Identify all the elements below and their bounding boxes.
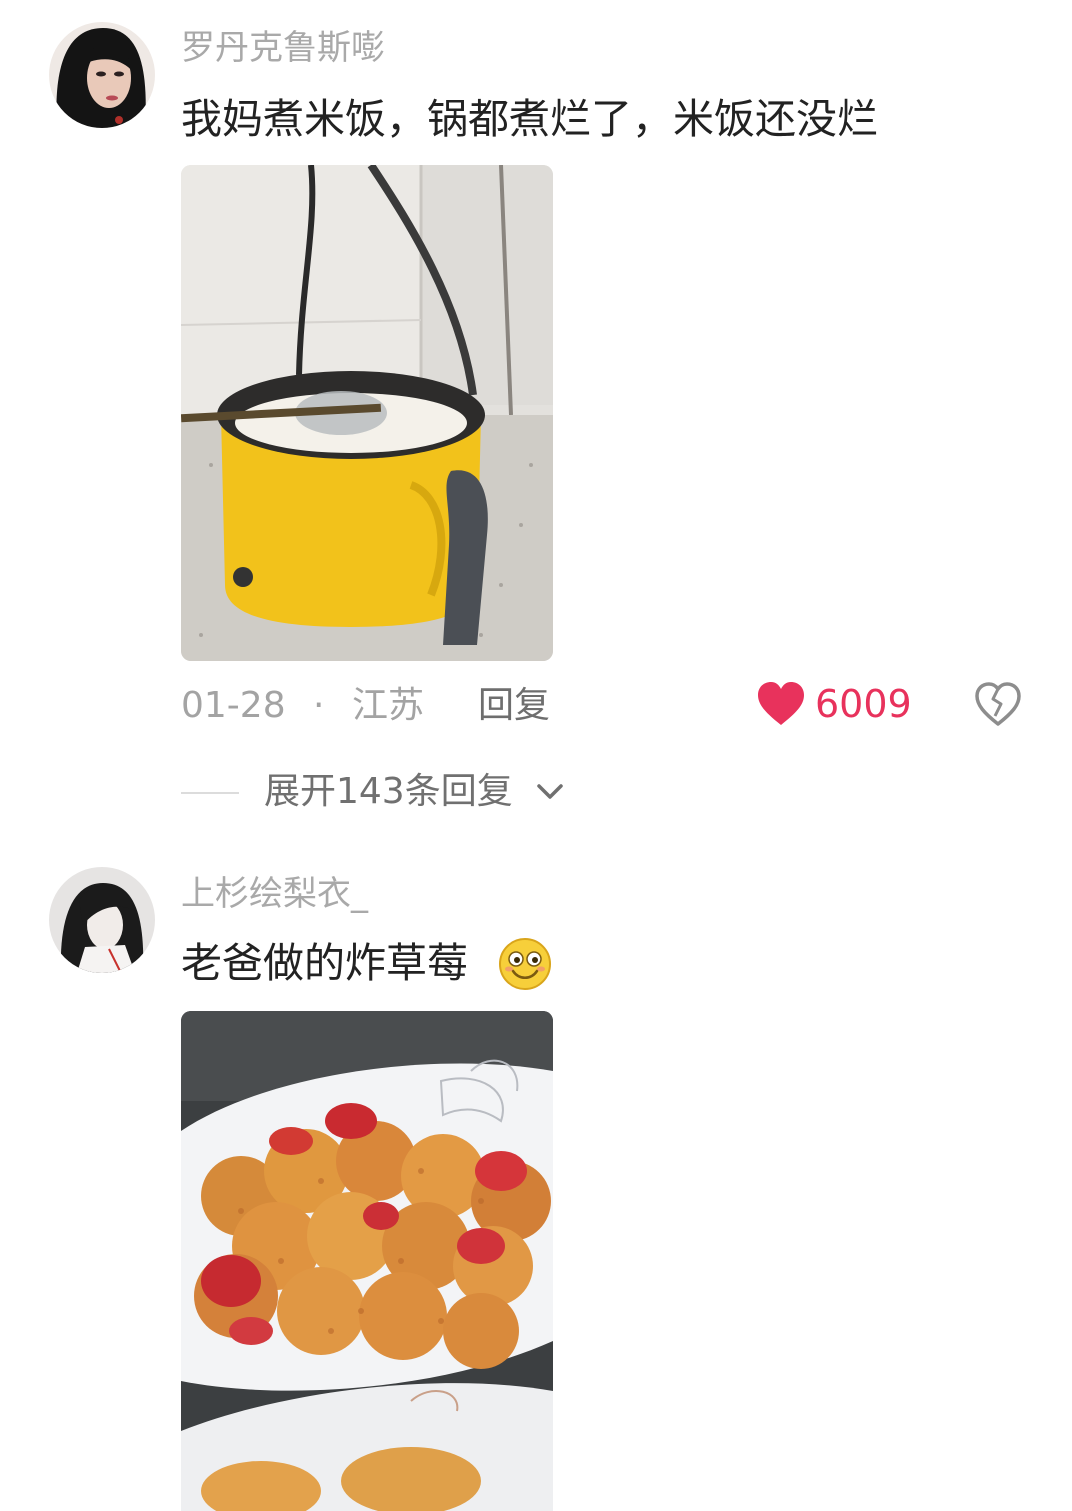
comment-item: 上杉绘梨衣_ 老爸做的炸草莓 <box>0 850 1072 1511</box>
avatar[interactable] <box>49 867 155 973</box>
expand-replies-button[interactable]: 展开143条回复 <box>264 770 574 814</box>
comment-image[interactable] <box>181 1011 553 1511</box>
divider <box>181 792 239 794</box>
comment-item: 罗丹克鲁斯嘭 我妈煮米饭，锅都煮烂了，米饭还没烂 01-28 · 江苏 回复 6… <box>0 0 1072 830</box>
chevron-down-icon <box>534 780 566 804</box>
comment-text: 我妈煮米饭，锅都煮烂了，米饭还没烂 <box>181 95 878 143</box>
username[interactable]: 罗丹克鲁斯嘭 <box>181 28 385 68</box>
username[interactable]: 上杉绘梨衣_ <box>181 874 368 914</box>
expand-replies-label: 展开143条回复 <box>264 771 513 812</box>
comment-image[interactable] <box>181 165 553 661</box>
comment-text: 老爸做的炸草莓 <box>181 939 468 987</box>
heart-broken-icon <box>974 682 1024 726</box>
meta-separator: · <box>313 685 325 726</box>
comment-location: 江苏 <box>352 685 425 726</box>
avatar[interactable] <box>49 22 155 128</box>
reply-button[interactable]: 回复 <box>478 684 550 728</box>
like-button[interactable]: 6009 <box>756 680 916 730</box>
dislike-button[interactable] <box>974 682 1024 728</box>
like-count: 6009 <box>815 682 912 726</box>
smile-emoji-icon <box>497 936 553 992</box>
comment-date: 01-28 <box>181 685 286 726</box>
heart-filled-icon <box>756 681 806 727</box>
